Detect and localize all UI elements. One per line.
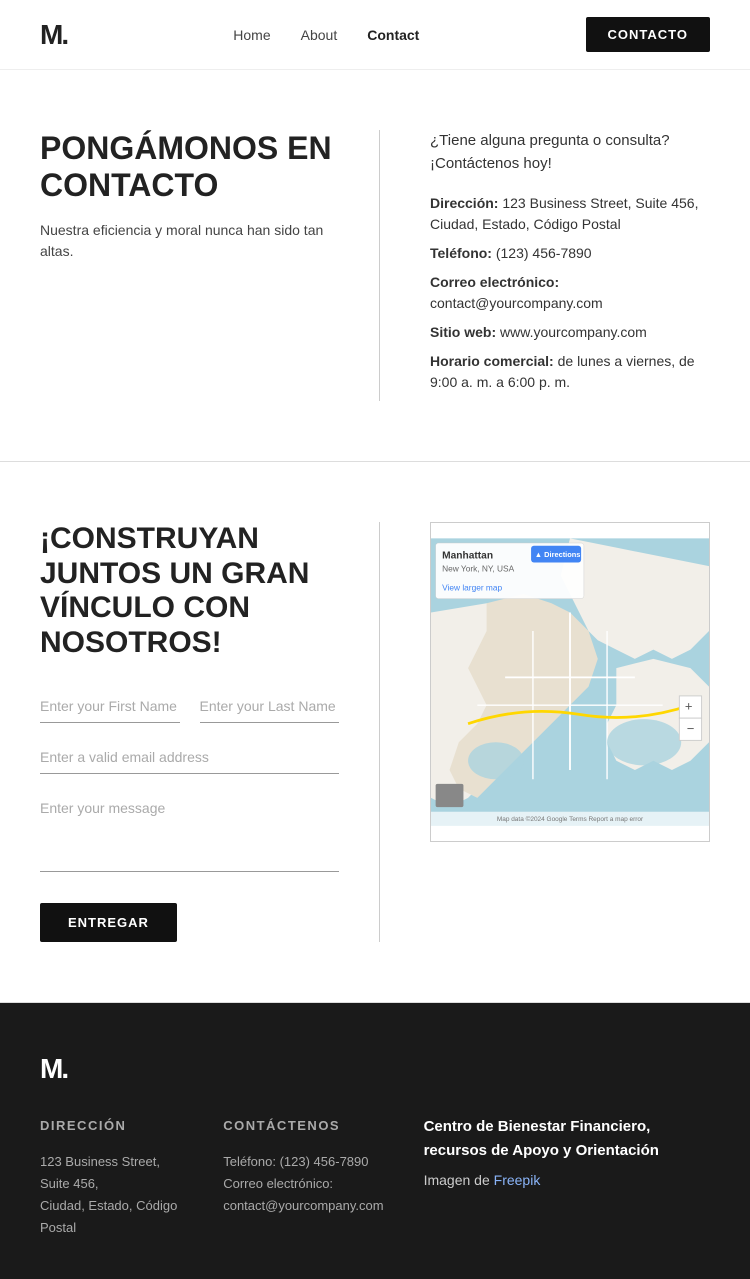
svg-text:+: + [685, 699, 693, 714]
form-panel: ¡CONSTRUYAN JUNTOS UN GRAN VÍNCULO CON N… [40, 522, 380, 942]
footer-image-label: Imagen de [424, 1172, 494, 1188]
footer-contact-col: CONTÁCTENOS Teléfono: (123) 456-7890 Cor… [223, 1115, 383, 1239]
info-right: ¿Tiene alguna pregunta o consulta? ¡Cont… [380, 130, 710, 401]
nav-contact[interactable]: Contact [367, 27, 419, 43]
email-input[interactable] [40, 741, 339, 774]
footer-email-label: Correo electrónico: [223, 1176, 333, 1191]
nav-links: Home About Contact [233, 27, 419, 43]
footer-right-col: Centro de Bienestar Financiero, recursos… [424, 1115, 710, 1239]
info-subtext: Nuestra eficiencia y moral nunca han sid… [40, 220, 339, 262]
email-value: contact@yourcompany.com [430, 295, 603, 311]
svg-text:Map data ©2024 Google Terms: Map data ©2024 Google Terms Report a map… [497, 815, 644, 823]
form-heading: ¡CONSTRUYAN JUNTOS UN GRAN VÍNCULO CON N… [40, 522, 339, 660]
email-label: Correo electrónico: [430, 274, 559, 290]
svg-text:Manhattan: Manhattan [442, 551, 493, 562]
footer-phone: Teléfono: (123) 456-7890 [223, 1151, 383, 1173]
footer-right-heading: Centro de Bienestar Financiero, recursos… [424, 1115, 710, 1163]
website-label: Sitio web: [430, 324, 496, 340]
map-svg: Manhattan New York, NY, USA ▲ Directions… [431, 523, 709, 841]
footer-email: Correo electrónico: contact@yourcompany.… [223, 1173, 383, 1217]
info-left: PONGÁMONOS EN CONTACTO Nuestra eficienci… [40, 130, 380, 401]
logo: M. [40, 21, 67, 49]
footer-email-value: contact@yourcompany.com [223, 1198, 383, 1213]
contact-hours: Horario comercial: de lunes a viernes, d… [430, 351, 710, 393]
nav-cta-button[interactable]: CONTACTO [586, 17, 710, 52]
main-heading: PONGÁMONOS EN CONTACTO [40, 130, 339, 204]
map-container[interactable]: Manhattan New York, NY, USA ▲ Directions… [430, 522, 710, 842]
footer-freepik-text: Imagen de Freepik [424, 1169, 710, 1191]
footer-contact-heading: CONTÁCTENOS [223, 1115, 383, 1137]
contact-address: Dirección: 123 Business Street, Suite 45… [430, 193, 710, 235]
hours-label: Horario comercial: [430, 353, 554, 369]
submit-button[interactable]: ENTREGAR [40, 903, 177, 942]
footer-columns: DIRECCIÓN 123 Business Street, Suite 456… [40, 1115, 710, 1239]
navbar: M. Home About Contact CONTACTO [0, 0, 750, 70]
contact-intro: ¿Tiene alguna pregunta o consulta? ¡Cont… [430, 130, 710, 175]
contact-phone: Teléfono: (123) 456-7890 [430, 243, 710, 264]
contact-info-section: PONGÁMONOS EN CONTACTO Nuestra eficienci… [0, 70, 750, 462]
website-value: www.yourcompany.com [500, 324, 647, 340]
nav-about[interactable]: About [301, 27, 338, 43]
phone-value: (123) 456-7890 [496, 245, 592, 261]
email-row [40, 741, 339, 774]
first-name-input[interactable] [40, 690, 180, 723]
address-label: Dirección: [430, 195, 498, 211]
message-row [40, 792, 339, 875]
svg-text:▲ Directions: ▲ Directions [535, 550, 581, 559]
phone-label: Teléfono: [430, 245, 492, 261]
svg-text:View larger map: View larger map [442, 582, 502, 592]
nav-home[interactable]: Home [233, 27, 270, 43]
footer-freepik-link[interactable]: Freepik [494, 1172, 541, 1188]
svg-text:−: − [687, 721, 695, 736]
footer-logo: M. [40, 1053, 710, 1085]
map-panel: Manhattan New York, NY, USA ▲ Directions… [380, 522, 710, 942]
contact-email: Correo electrónico: contact@yourcompany.… [430, 272, 710, 314]
footer-address-col: DIRECCIÓN 123 Business Street, Suite 456… [40, 1115, 183, 1239]
footer-address-heading: DIRECCIÓN [40, 1115, 183, 1137]
message-input[interactable] [40, 792, 339, 872]
footer-address-line2: Ciudad, Estado, Código Postal [40, 1195, 183, 1239]
last-name-input[interactable] [200, 690, 340, 723]
footer: M. DIRECCIÓN 123 Business Street, Suite … [0, 1003, 750, 1279]
svg-text:New York, NY, USA: New York, NY, USA [442, 564, 515, 574]
name-row [40, 690, 339, 723]
contact-website: Sitio web: www.yourcompany.com [430, 322, 710, 343]
logo-m: M. [40, 19, 67, 50]
footer-address-line1: 123 Business Street, Suite 456, [40, 1151, 183, 1195]
form-map-section: ¡CONSTRUYAN JUNTOS UN GRAN VÍNCULO CON N… [0, 462, 750, 1003]
